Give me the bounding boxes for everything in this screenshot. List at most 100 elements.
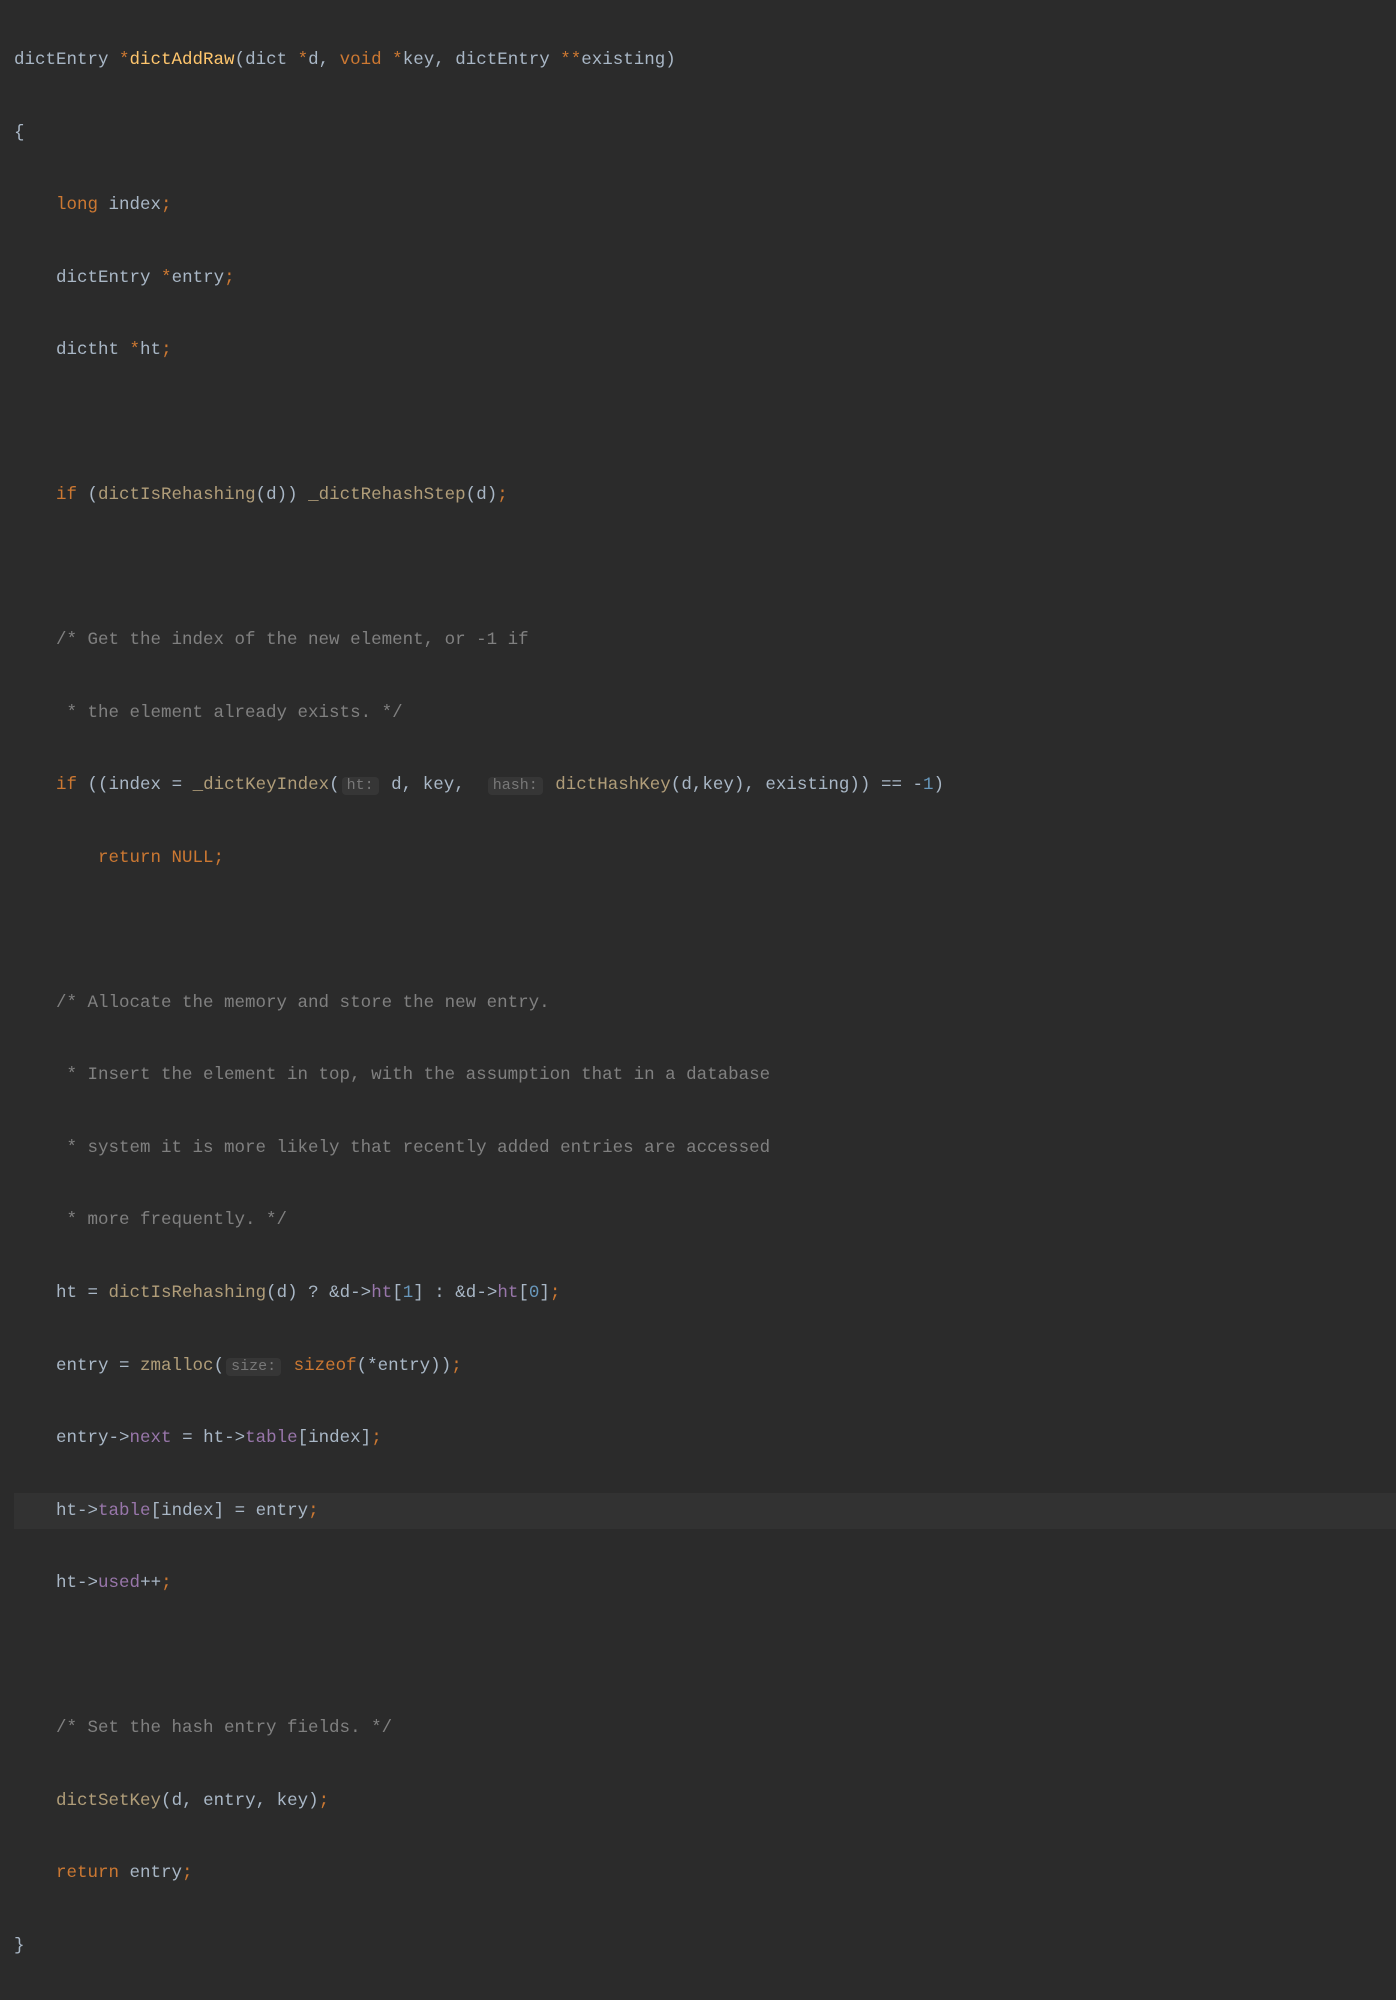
code-line: return NULL;: [14, 840, 1396, 876]
code-line: }: [14, 1928, 1396, 1964]
semicolon: ;: [182, 1863, 193, 1883]
semicolon: ;: [214, 848, 225, 868]
var: ht: [203, 1428, 224, 1448]
func-call: _dictKeyIndex: [193, 775, 330, 795]
code-line: * more frequently. */: [14, 1202, 1396, 1238]
paren-close: ): [734, 775, 745, 795]
code-line: [14, 550, 1396, 586]
semicolon: ;: [161, 195, 172, 215]
indent: [14, 1718, 56, 1738]
inlay-hint: hash:: [488, 777, 543, 795]
arg: existing: [765, 775, 849, 795]
paren-close: ): [308, 1791, 319, 1811]
semicolon: ;: [451, 1356, 462, 1376]
code-line: {: [14, 115, 1396, 151]
code-editor[interactable]: dictEntry *dictAddRaw(dict *d, void *key…: [0, 0, 1396, 2000]
pointer-star: **: [560, 50, 581, 70]
space: [870, 775, 881, 795]
var-name: index: [109, 195, 162, 215]
code-line: ht->used++;: [14, 1565, 1396, 1601]
indent: [14, 485, 56, 505]
operator-assign: =: [119, 1356, 140, 1376]
space: [424, 1283, 435, 1303]
member: used: [98, 1573, 140, 1593]
space: [381, 775, 392, 795]
paren-close: )): [849, 775, 870, 795]
pointer-star: *: [130, 340, 141, 360]
keyword-sizeof: sizeof: [294, 1356, 357, 1376]
var: entry: [56, 1356, 119, 1376]
operator-assign: =: [182, 1428, 203, 1448]
comma: ,: [692, 775, 703, 795]
comment: /* Set the hash entry fields. */: [56, 1718, 392, 1738]
indent: [14, 993, 56, 1013]
paren-open: (: [214, 1356, 225, 1376]
func-call: _dictRehashStep: [308, 485, 466, 505]
bracket-close: ]: [361, 1428, 372, 1448]
operator-inc: ++: [140, 1573, 161, 1593]
bracket-open: [: [298, 1428, 309, 1448]
indent: [14, 703, 56, 723]
keyword-if: if: [56, 775, 88, 795]
code-line: * the element already exists. */: [14, 695, 1396, 731]
operator-arrow: ->: [109, 1428, 130, 1448]
member: next: [130, 1428, 172, 1448]
paren-close: ): [277, 485, 288, 505]
indent: [14, 1428, 56, 1448]
bracket-close: ]: [413, 1283, 424, 1303]
comment: * the element already exists. */: [56, 703, 403, 723]
keyword-void: void: [340, 50, 393, 70]
comma: ,: [434, 50, 455, 70]
code-line: dictSetKey(d, entry, key);: [14, 1783, 1396, 1819]
member: ht: [371, 1283, 392, 1303]
indent: [14, 848, 98, 868]
func-call: dictIsRehashing: [98, 485, 256, 505]
code-line: entry->next = ht->table[index];: [14, 1420, 1396, 1456]
semicolon: ;: [550, 1283, 561, 1303]
keyword-if: if: [56, 485, 88, 505]
operator-addr: &: [329, 1283, 340, 1303]
comment: * system it is more likely that recently…: [56, 1138, 770, 1158]
code-line: if (dictIsRehashing(d)) _dictRehashStep(…: [14, 477, 1396, 513]
code-line: /* Get the index of the new element, or …: [14, 622, 1396, 658]
code-line: if ((index = _dictKeyIndex(ht: d, key, h…: [14, 767, 1396, 803]
null-literal: NULL: [172, 848, 214, 868]
code-line: long index;: [14, 187, 1396, 223]
operator-neg: -: [912, 775, 923, 795]
indent: [14, 195, 56, 215]
operator-arrow: ->: [350, 1283, 371, 1303]
paren-open: (: [671, 775, 682, 795]
var-type: dictht: [56, 340, 130, 360]
operator-arrow: ->: [224, 1428, 245, 1448]
space: [224, 1501, 235, 1521]
paren-open: (: [329, 775, 340, 795]
bracket-open: [: [518, 1283, 529, 1303]
function-name: dictAddRaw: [130, 50, 235, 70]
bracket-open: [: [151, 1501, 162, 1521]
paren-close: ): [430, 1356, 441, 1376]
code-line: dictEntry *dictAddRaw(dict *d, void *key…: [14, 42, 1396, 78]
number-literal: 1: [403, 1283, 414, 1303]
indent: [14, 1356, 56, 1376]
indent: [14, 1501, 56, 1521]
paren-close: ): [665, 50, 676, 70]
operator-arrow: ->: [77, 1573, 98, 1593]
var-name: ht: [140, 340, 161, 360]
comma: ,: [402, 775, 423, 795]
code-line: ht = dictIsRehashing(d) ? &d->ht[1] : &d…: [14, 1275, 1396, 1311]
operator-eq: ==: [881, 775, 913, 795]
operator-ternary-colon: :: [434, 1283, 455, 1303]
var: ht: [56, 1283, 88, 1303]
arg: d: [681, 775, 692, 795]
param-name: existing: [581, 50, 665, 70]
indent: [14, 1573, 56, 1593]
semicolon: ;: [161, 340, 172, 360]
pointer-star: *: [298, 50, 309, 70]
code-line: return entry;: [14, 1855, 1396, 1891]
paren-open: (: [466, 485, 477, 505]
space: [545, 775, 556, 795]
paren-close: ): [487, 485, 498, 505]
space: [172, 1428, 183, 1448]
operator-assign: =: [172, 775, 193, 795]
inlay-hint: size:: [226, 1358, 281, 1376]
